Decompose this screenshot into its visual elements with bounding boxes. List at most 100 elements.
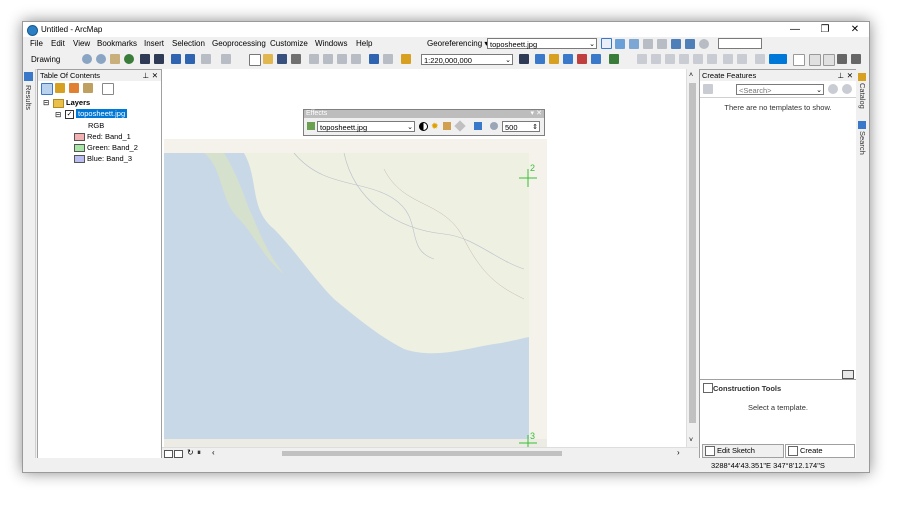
- swipe-icon[interactable]: [454, 120, 466, 132]
- edit-vertices-icon[interactable]: [651, 54, 661, 64]
- horizontal-scroll-thumb[interactable]: [282, 451, 562, 456]
- catalog-icon[interactable]: [858, 73, 866, 81]
- full-extent-icon[interactable]: [124, 54, 134, 64]
- layout-view-icon[interactable]: [174, 450, 183, 458]
- organize-templates-icon[interactable]: [703, 84, 713, 94]
- template-search-input[interactable]: <Search> ⌄: [736, 84, 824, 95]
- expand-layer-icon[interactable]: ⊟: [55, 110, 61, 119]
- forward-icon[interactable]: [185, 54, 195, 64]
- results-icon[interactable]: [24, 72, 33, 81]
- close-icon[interactable]: ✕: [152, 70, 158, 81]
- rotate-icon[interactable]: [685, 39, 695, 49]
- snapping-icon[interactable]: [637, 54, 647, 64]
- attributes-icon[interactable]: [723, 54, 733, 64]
- menu-windows[interactable]: Windows: [315, 39, 347, 48]
- menu-edit[interactable]: Edit: [51, 39, 65, 48]
- zoom-in-icon[interactable]: [82, 54, 92, 64]
- zoom-to-selected-link-icon[interactable]: [629, 39, 639, 49]
- layout-icon[interactable]: [809, 54, 821, 66]
- layers-label[interactable]: Layers: [66, 98, 90, 107]
- split-icon[interactable]: [693, 54, 703, 64]
- filter-icon[interactable]: [842, 84, 852, 94]
- search-tab[interactable]: Search: [858, 131, 867, 155]
- list-by-source-icon[interactable]: [55, 83, 65, 93]
- editor-toolbar-icon[interactable]: [519, 54, 529, 64]
- add-control-points-icon[interactable]: [601, 38, 612, 49]
- scroll-down-icon[interactable]: ˅: [689, 437, 693, 444]
- georef-layer-combo[interactable]: toposheett.jpg ⌄: [487, 38, 597, 49]
- brightness-icon[interactable]: ✹: [431, 121, 439, 132]
- color-picker-icon[interactable]: [769, 54, 787, 64]
- copy-icon[interactable]: [323, 54, 333, 64]
- python-window-icon[interactable]: [591, 54, 601, 64]
- minimize-button[interactable]: —: [781, 22, 809, 37]
- zoom-out-icon[interactable]: [96, 54, 106, 64]
- vertical-scroll-thumb[interactable]: [689, 83, 696, 423]
- menu-view[interactable]: View: [73, 39, 90, 48]
- arctoolbox-icon[interactable]: [577, 54, 587, 64]
- catalog-tab[interactable]: Catalog: [858, 83, 867, 109]
- menu-insert[interactable]: Insert: [144, 39, 164, 48]
- flicker-icon[interactable]: [474, 122, 482, 130]
- list-by-selection-icon[interactable]: [83, 83, 93, 93]
- pin-icon[interactable]: ⊥: [142, 70, 149, 81]
- refresh-icon[interactable]: ↻: [187, 448, 194, 457]
- save-icon[interactable]: [277, 54, 287, 64]
- rotate-dial-icon[interactable]: [699, 39, 709, 49]
- flicker-rate-input[interactable]: 500 ⇕: [502, 121, 540, 132]
- open-icon[interactable]: [263, 54, 273, 64]
- export-icon[interactable]: [851, 54, 861, 64]
- rotate-edit-icon[interactable]: [707, 54, 717, 64]
- transparency-icon[interactable]: [443, 122, 451, 130]
- list-by-drawing-order-icon[interactable]: [41, 83, 53, 95]
- clear-selection-icon[interactable]: [221, 54, 231, 64]
- data-view-icon[interactable]: [164, 450, 173, 458]
- delete-icon[interactable]: [351, 54, 361, 64]
- sketch-properties-icon[interactable]: [737, 54, 747, 64]
- list-by-visibility-icon[interactable]: [69, 83, 79, 93]
- scroll-left-icon[interactable]: ‹: [212, 448, 215, 457]
- select-link-icon[interactable]: [615, 39, 625, 49]
- style-dropdown-icon[interactable]: [793, 54, 805, 66]
- maximize-button[interactable]: ❐: [811, 22, 839, 37]
- menu-file[interactable]: File: [30, 39, 43, 48]
- scroll-up-icon[interactable]: ˄: [689, 72, 693, 79]
- undo-icon[interactable]: [369, 54, 379, 64]
- menu-customize[interactable]: Customize: [270, 39, 308, 48]
- layer-visibility-checkbox[interactable]: ✓: [65, 110, 74, 119]
- map-display[interactable]: 2 3 Effects ▾ ✕ toposheett.jpg ⌄ ✹ 500 ⇕: [162, 69, 698, 455]
- cut-icon[interactable]: [309, 54, 319, 64]
- effects-layer-combo[interactable]: toposheett.jpg ⌄: [317, 121, 415, 132]
- panel-splitter-icon[interactable]: [842, 370, 854, 379]
- pause-drawing-icon[interactable]: ⏸: [197, 448, 201, 458]
- new-document-icon[interactable]: [249, 54, 261, 66]
- menu-bookmarks[interactable]: Bookmarks: [97, 39, 137, 48]
- results-tab[interactable]: Results: [24, 85, 33, 110]
- select-features-icon[interactable]: [201, 54, 211, 64]
- layer-name-toposheett[interactable]: toposheett.jpg: [76, 109, 128, 118]
- spinner-icon[interactable]: ⇕: [532, 122, 538, 133]
- model-builder-icon[interactable]: [609, 54, 619, 64]
- back-icon[interactable]: [171, 54, 181, 64]
- effects-close-icon[interactable]: ✕: [536, 110, 542, 118]
- add-data-icon[interactable]: [401, 54, 411, 64]
- rotate-angle-input[interactable]: [718, 38, 762, 49]
- redo-icon[interactable]: [383, 54, 393, 64]
- delete-link-icon[interactable]: [643, 39, 653, 49]
- view-link-table-icon[interactable]: [671, 39, 681, 49]
- search-window-icon[interactable]: [563, 54, 573, 64]
- contrast-icon[interactable]: [419, 122, 428, 131]
- tab-edit-sketch-properties[interactable]: Edit Sketch Proper...: [702, 444, 784, 467]
- map-vertical-scrollbar[interactable]: ˄ ˅: [686, 69, 699, 447]
- paste-icon[interactable]: [337, 54, 347, 64]
- flicker-rate-icon[interactable]: [490, 122, 498, 130]
- cut-polygons-icon[interactable]: [679, 54, 689, 64]
- georeferencing-menu[interactable]: Georeferencing ▾: [427, 39, 488, 48]
- page-icon[interactable]: [823, 54, 835, 66]
- pan-icon[interactable]: [110, 54, 120, 64]
- fixed-zoom-in-icon[interactable]: [140, 54, 150, 64]
- scroll-right-icon[interactable]: ›: [677, 448, 680, 457]
- search-icon[interactable]: [858, 121, 866, 129]
- close-icon[interactable]: ✕: [847, 70, 853, 81]
- table-of-contents-icon[interactable]: [535, 54, 545, 64]
